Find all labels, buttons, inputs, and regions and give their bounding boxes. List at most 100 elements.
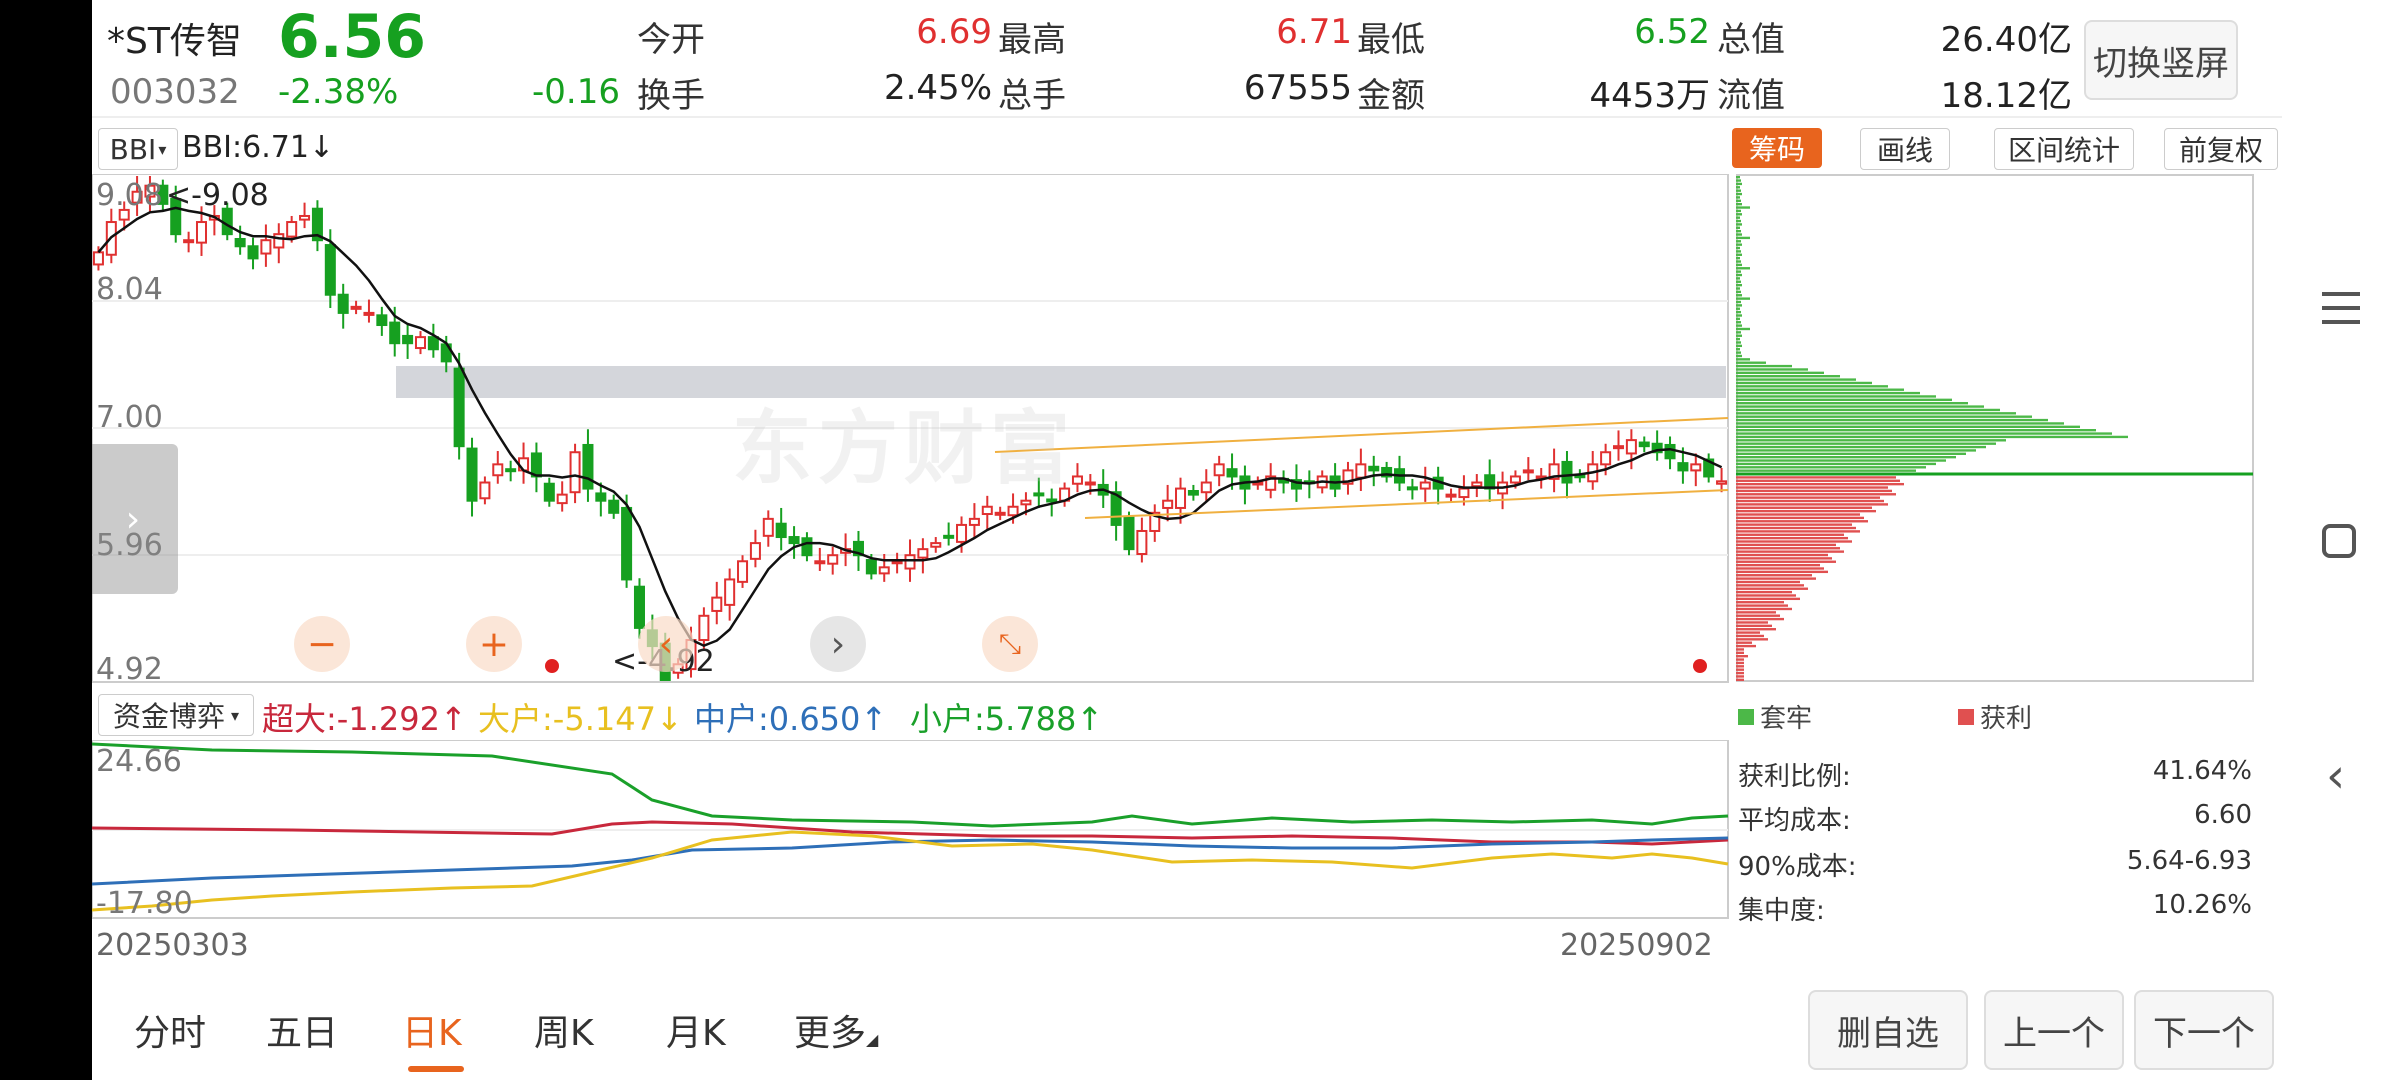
candle-body: [1509, 475, 1521, 484]
profit-chip-bar: [1736, 604, 1788, 607]
profit-chip-bar: [1736, 520, 1868, 523]
next-stock-button[interactable]: 下一个: [2134, 990, 2274, 1070]
draw-line-button[interactable]: 画线: [1860, 128, 1950, 170]
profit-chip-bar: [1736, 655, 1748, 658]
stat-value-volume: 67555: [1243, 68, 1352, 108]
candle-body: [427, 336, 439, 351]
legend-swatch-green: [1738, 708, 1754, 725]
fund-chart-area: 24.66 -17.80: [92, 739, 1730, 921]
candle-body: [1355, 463, 1367, 479]
back-icon[interactable]: ‹: [2326, 748, 2345, 804]
candle-body: [1007, 505, 1019, 517]
profit-chip-bar: [1736, 570, 1828, 574]
trapped-chip-bar: [1736, 331, 1741, 334]
fund-selector[interactable]: 资金博弈 ▾: [98, 694, 254, 736]
zoom-out-button[interactable]: −: [294, 616, 350, 672]
profit-chip-bar: [1736, 523, 1852, 526]
candle-body: [92, 251, 104, 266]
legend-profit-label: 获利: [1980, 704, 2033, 734]
trapped-chip-bar: [1736, 348, 1740, 351]
side-drawer-handle[interactable]: ›: [92, 444, 178, 594]
candle-body: [633, 585, 645, 629]
caret-down-icon: ▾: [230, 705, 240, 725]
profit-chip-bar: [1736, 675, 1744, 678]
tab-intraday[interactable]: 分时: [134, 1004, 206, 1056]
profit-chip-bar: [1736, 493, 1896, 496]
zoom-in-button[interactable]: +: [466, 616, 522, 672]
profit-chip-bar: [1736, 614, 1780, 617]
candle-body: [569, 451, 581, 494]
change-amount: -0.16: [532, 72, 620, 112]
profit-chip-bar: [1736, 530, 1860, 533]
profit-chip-bar: [1736, 536, 1848, 540]
tab-more[interactable]: 更多◢: [794, 1004, 878, 1056]
switch-portrait-button[interactable]: 切换竖屏: [2084, 20, 2238, 100]
candle-body: [1612, 445, 1625, 450]
profit-chip-bar: [1736, 617, 1784, 621]
scroll-left-button[interactable]: ‹: [638, 616, 694, 672]
trapped-chip-bar: [1736, 240, 1741, 243]
corner-arrow-icon: ◢: [866, 1030, 879, 1049]
scroll-right-button[interactable]: ›: [810, 616, 866, 672]
profit-chip-bar: [1736, 526, 1856, 530]
tab-daily-k[interactable]: 日K: [402, 1004, 462, 1056]
candle-body: [260, 239, 272, 255]
home-icon[interactable]: [2322, 524, 2356, 558]
price-axis-label: 8.04: [96, 272, 163, 307]
candle-body: [595, 492, 607, 502]
trapped-chip-bar: [1736, 381, 1872, 385]
candle-body: [1625, 439, 1637, 455]
plus-icon: +: [478, 623, 510, 665]
trapped-chip-bar: [1736, 294, 1742, 297]
indicator-selector[interactable]: BBI ▾: [98, 128, 178, 170]
indicator-value: BBI:6.71↓: [182, 130, 335, 165]
tab-monthly-k[interactable]: 月K: [666, 1004, 726, 1056]
candle-body: [1084, 481, 1096, 486]
trapped-chip-bar: [1736, 459, 1946, 462]
trapped-chip-bar: [1736, 391, 1920, 395]
chips-button[interactable]: 筹码: [1732, 128, 1822, 168]
candle-body: [801, 537, 813, 557]
trapped-chip-bar: [1736, 405, 1984, 408]
forward-adjust-button[interactable]: 前复权: [2164, 128, 2278, 170]
profit-chip-bar: [1736, 631, 1760, 634]
trapped-chip-bar: [1736, 341, 1741, 344]
stat-value-high: 6.71: [1276, 12, 1352, 52]
trapped-chip-bar: [1736, 425, 2080, 428]
candle-body: [350, 305, 362, 310]
stat-value-turnover: 2.45%: [883, 68, 992, 108]
profit-chip-bar: [1736, 567, 1824, 570]
profit-chip-bar: [1736, 634, 1764, 638]
candle-body: [1136, 529, 1148, 556]
candle-body: [376, 314, 388, 327]
candle-body: [273, 233, 285, 249]
candle-body: [698, 614, 710, 642]
candle-body: [1213, 463, 1225, 477]
tab-weekly-k[interactable]: 周K: [534, 1004, 594, 1056]
trapped-chip-bar: [1736, 402, 1968, 405]
range-stats-button[interactable]: 区间统计: [1994, 128, 2134, 170]
candle-body: [479, 481, 491, 500]
chip-stat-value: 5.64-6.93: [2126, 846, 2252, 876]
trapped-chip-bar: [1736, 270, 1741, 273]
profit-chip-bar: [1736, 601, 1784, 604]
profit-chip-bar: [1736, 648, 1744, 651]
stock-name: *ST传智: [107, 21, 242, 62]
candle-body: [556, 493, 568, 505]
price-chart-area[interactable]: 东方财富 9.08 8.04 7.00 5.96 4.92 <-9.08 <-4…: [92, 174, 1730, 687]
small-fund-line: [92, 742, 1729, 828]
recent-apps-icon[interactable]: [2322, 288, 2360, 328]
candle-body: [1522, 469, 1534, 474]
trapped-chip-bar: [1736, 398, 1952, 402]
candle-body: [981, 505, 993, 516]
previous-stock-button[interactable]: 上一个: [1984, 990, 2124, 1070]
collapse-button[interactable]: ⤡: [982, 616, 1038, 672]
stat-value-open: 6.69: [916, 12, 992, 52]
candle-body: [956, 523, 968, 543]
remove-watchlist-button[interactable]: 删自选: [1808, 990, 1968, 1070]
trapped-chip-bar: [1736, 223, 1742, 226]
candle-body: [1368, 465, 1380, 472]
tab-five-day[interactable]: 五日: [266, 1004, 338, 1056]
trapped-chip-bar: [1736, 385, 1888, 388]
date-end: 20250902: [1560, 928, 1713, 963]
